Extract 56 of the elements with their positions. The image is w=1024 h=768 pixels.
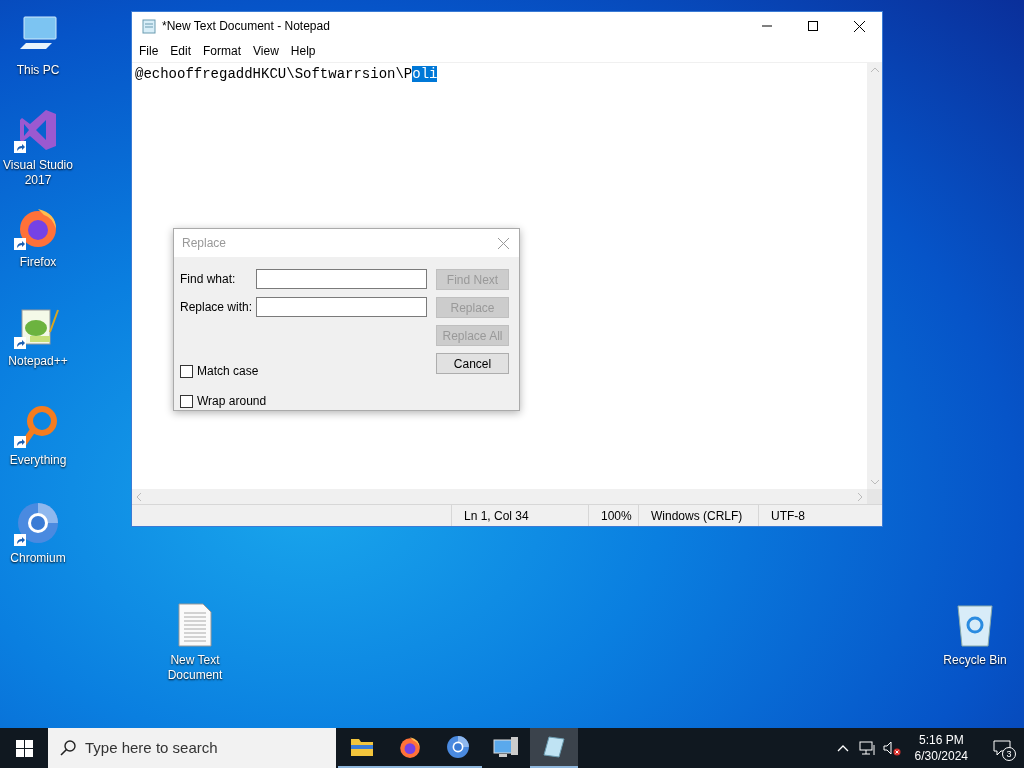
checkbox-label: Match case	[197, 363, 259, 380]
checkbox-label: Wrap around	[197, 393, 267, 410]
search-placeholder: Type here to search	[85, 737, 218, 758]
status-text: 100%	[588, 505, 638, 526]
desktop-icon-label[interactable]: This PC	[14, 63, 62, 78]
clock[interactable]: 5:16 PM 6/30/2024	[908, 732, 974, 764]
notepad-icon	[141, 18, 157, 34]
desktop-icon-label[interactable]: Everything	[7, 453, 69, 468]
text-content: @echooffregaddHKCU\Softwarrsion\P	[135, 66, 413, 82]
menu-item[interactable]: File	[133, 42, 165, 60]
muted-speaker-icon[interactable]	[882, 740, 901, 756]
firefox-logo-icon	[398, 735, 422, 759]
folder-icon	[350, 736, 374, 758]
status-text: Ln 1, Col 34	[451, 505, 588, 526]
desktop-icon-label[interactable]: Chromium	[8, 551, 68, 566]
close-icon[interactable]	[498, 237, 509, 249]
menu-item[interactable]: Edit	[164, 42, 198, 60]
text-field[interactable]	[256, 297, 427, 317]
notepad-icon	[543, 736, 565, 758]
time-text: 5:16 PM	[918, 732, 964, 748]
monitor-icon	[493, 736, 519, 758]
desktop-icon-label[interactable]: Recycle Bin	[941, 653, 1009, 668]
minimize-icon	[762, 25, 772, 27]
close-icon	[853, 20, 865, 32]
selected-text: oli	[412, 66, 438, 82]
maximize-icon	[808, 21, 818, 31]
status-text: UTF-8	[758, 505, 868, 526]
text-file-icon	[177, 603, 213, 647]
menu-item[interactable]: Format	[197, 42, 248, 60]
window-title: *New Text Document - Notepad	[162, 18, 330, 35]
desktop-icon-label[interactable]: Firefox	[17, 255, 59, 270]
windows-logo-icon	[15, 739, 33, 757]
action-center-icon[interactable]	[993, 740, 1011, 756]
dialog-title: Replace	[182, 235, 227, 252]
search-box[interactable]: Type here to search	[48, 728, 336, 768]
notification-count-badge: 3	[1002, 747, 1016, 761]
menu-item[interactable]: Help	[284, 42, 322, 60]
chevron-up-icon[interactable]	[836, 744, 849, 752]
recycle-bin-icon	[955, 603, 995, 647]
field-label: Replace with:	[180, 299, 254, 316]
desktop-icon-label[interactable]: Notepad++	[6, 354, 70, 369]
desktop-icon-label[interactable]: Visual Studio 2017	[0, 158, 76, 188]
chromium-logo-icon	[16, 501, 60, 545]
checkbox[interactable]	[180, 394, 193, 408]
checkbox[interactable]	[180, 364, 193, 378]
status-text: Windows (CRLF)	[638, 505, 758, 526]
field-label: Find what:	[180, 271, 237, 288]
text-field[interactable]	[256, 269, 427, 289]
network-icon[interactable]	[858, 740, 876, 756]
search-icon	[60, 740, 76, 756]
desktop-icon-label[interactable]: New Text Document	[157, 653, 233, 683]
taskbar-app-button[interactable]	[530, 728, 578, 768]
date-text: 6/30/2024	[914, 748, 968, 764]
menu-item[interactable]: View	[247, 42, 285, 60]
chromium-logo-icon	[446, 735, 470, 759]
dialog-button[interactable]: Cancel	[436, 353, 509, 374]
